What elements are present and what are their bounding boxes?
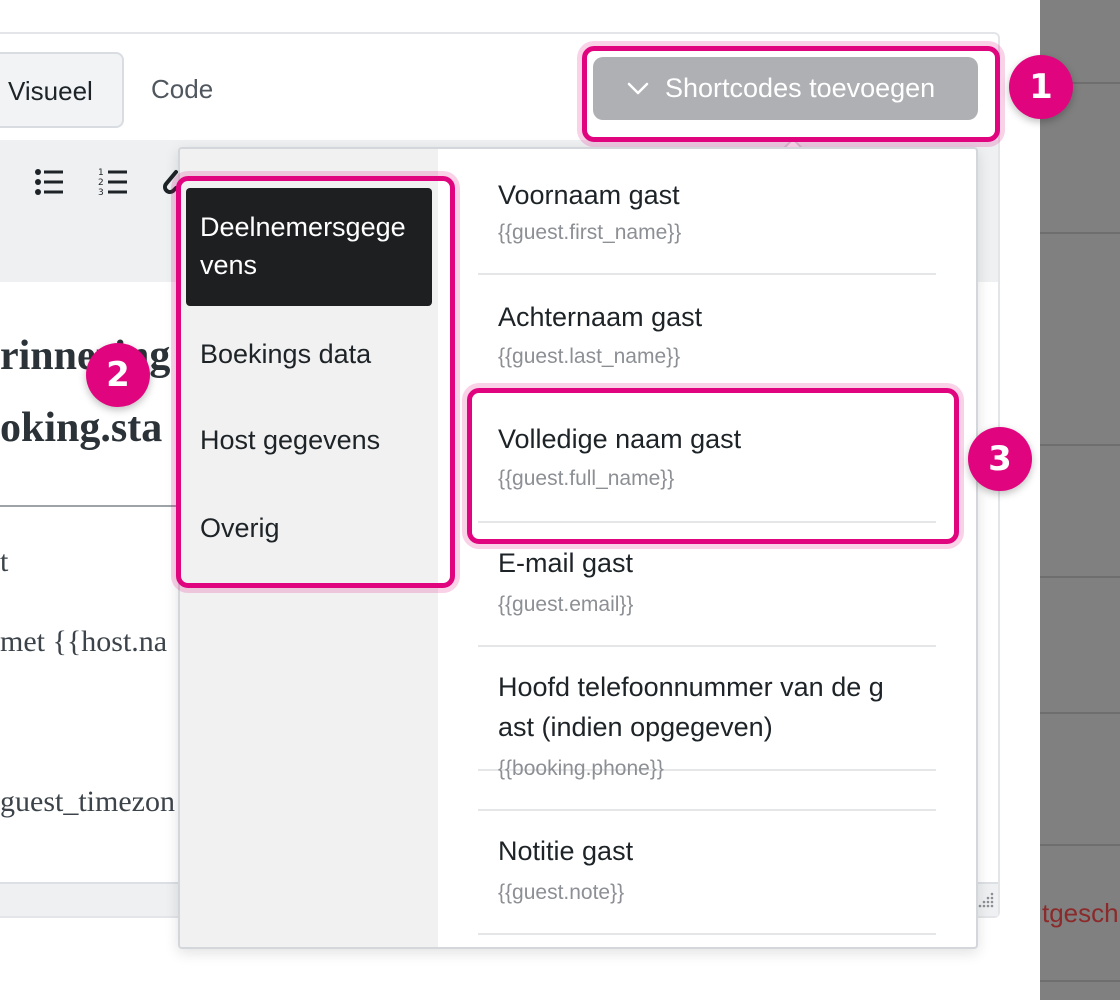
svg-text:1: 1 (98, 168, 104, 178)
email-body-line: met {{host.na (0, 625, 168, 658)
shortcode-code: {{guest.last_name}} (498, 345, 681, 368)
svg-text:2: 2 (98, 178, 104, 188)
divider (1040, 980, 1120, 982)
highlight-box-shortcodes-button (582, 46, 1000, 142)
divider (1040, 576, 1120, 578)
shortcode-code: {{guest.first_name}} (498, 221, 682, 244)
numbered-list-icon[interactable]: 1 2 3 (98, 166, 128, 198)
shortcode-phone[interactable]: Hoofd telefoonnummer van de g ast (indie… (478, 647, 936, 811)
annotation-badge-3: 3 (968, 427, 1032, 491)
background-overlay: tgesch (1040, 0, 1120, 1000)
shortcode-label: Achternaam gast (498, 302, 703, 332)
divider (0, 505, 190, 507)
shortcode-note[interactable]: Notitie gast {{guest.note}} (478, 811, 936, 935)
bullet-list-icon[interactable] (34, 168, 64, 196)
tab-code[interactable]: Code (151, 74, 213, 105)
email-body-line: guest_timezon (0, 785, 175, 818)
divider (1040, 844, 1120, 846)
highlight-box-categories (176, 176, 455, 588)
divider (1040, 712, 1120, 714)
svg-text:3: 3 (98, 188, 104, 198)
divider (1040, 232, 1120, 234)
shortcode-label: Notitie gast (498, 836, 634, 866)
resize-handle-icon[interactable] (978, 892, 994, 908)
shortcode-code: {{guest.email}} (498, 593, 634, 616)
shortcode-first-name[interactable]: Voornaam gast {{guest.first_name}} (478, 149, 936, 275)
email-body-line: t (0, 545, 9, 578)
shortcode-label: Hoofd telefoonnummer van de g (498, 672, 884, 702)
shortcode-code: {{booking.phone}} (498, 757, 664, 780)
shortcode-code: {{guest.note}} (498, 881, 625, 904)
email-heading-line: oking.sta (0, 405, 163, 451)
annotation-badge-1: 1 (1009, 55, 1073, 119)
divider (1040, 444, 1120, 446)
annotation-badge-2: 2 (86, 343, 150, 407)
shortcode-label: ast (indien opgegeven) (498, 712, 773, 742)
highlight-box-full-name (467, 388, 959, 544)
shortcode-label: E-mail gast (498, 548, 634, 578)
tab-visual[interactable]: Visueel (0, 52, 124, 128)
shortcode-label: Voornaam gast (498, 180, 680, 210)
background-link-text: tgesch (1042, 898, 1119, 928)
